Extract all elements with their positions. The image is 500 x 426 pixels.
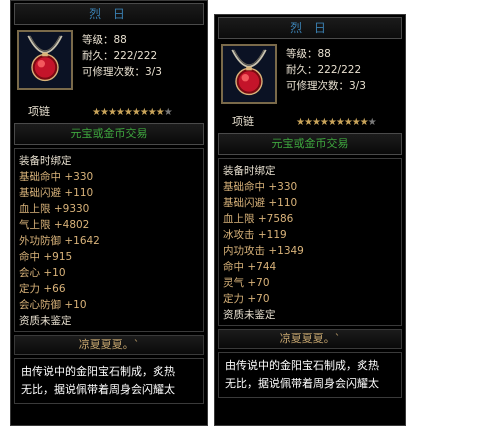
description-line: 无比，据说佩带着周身会闪耀太 [225,377,379,390]
property-line: 会心防御 +10 [19,299,87,311]
star-icon: ★ [343,117,353,128]
ruby-necklace-icon [221,44,277,104]
item-owner-name: 凉夏夏夏。` [218,329,402,349]
property-line: 定力 +70 [223,293,270,305]
property-line: 会心 +10 [19,267,66,279]
item-category: 项链 [28,105,50,118]
item-repair-count: 可修理次数：3/3 [82,66,162,78]
star-icon: ★ [139,107,149,118]
property-line: 资质未鉴定 [223,309,276,321]
star-rating: ★★★★★★★★★★ [92,103,173,122]
item-tooltip-right: 烈 日 等级：88 耐久：222/222 可修理次数：3/3 项链 ★★★★★★… [214,14,406,426]
star-icon: ★ [311,117,321,128]
property-line: 基础闪避 +110 [223,197,298,209]
star-icon: ★ [327,117,337,128]
star-icon: ★ [92,107,101,118]
item-repair-count: 可修理次数：3/3 [286,80,366,92]
property-line: 内功攻击 +1349 [223,245,304,257]
property-line: 血上限 +7586 [223,213,294,225]
property-line: 基础闪避 +110 [19,187,94,199]
item-star-row: 项链 ★★★★★★★★★★ [14,103,204,121]
property-line: 资质未鉴定 [19,315,72,327]
property-line: 基础命中 +330 [19,171,94,183]
description-line: 由传说中的金阳宝石制成，炙热 [21,365,175,378]
property-line: 灵气 +70 [223,277,270,289]
property-line: 装备时绑定 [223,165,276,177]
item-level: 等级：88 [82,34,127,46]
item-name: 烈 日 [14,3,204,25]
item-header: 等级：88 耐久：222/222 可修理次数：3/3 [218,42,402,110]
star-rating: ★★★★★★★★★★ [296,113,377,132]
description-line: 无比，据说佩带着周身会闪耀太 [21,383,175,396]
property-line: 装备时绑定 [19,155,72,167]
star-icon: ★ [123,107,133,118]
item-durability: 耐久：222/222 [286,64,362,76]
star-icon: ★ [155,107,165,118]
trade-type: 元宝或金币交易 [218,133,402,155]
ruby-necklace-icon [17,30,73,90]
star-icon: ★ [359,117,369,128]
item-category: 项链 [232,115,254,128]
item-description: 由传说中的金阳宝石制成，炙热 无比，据说佩带着周身会闪耀太 [14,358,204,404]
item-star-row: 项链 ★★★★★★★★★★ [218,113,402,131]
star-icon: ★ [367,117,377,128]
property-line: 基础命中 +330 [223,181,298,193]
trade-type: 元宝或金币交易 [14,123,204,145]
property-line: 血上限 +9330 [19,203,90,215]
star-icon: ★ [335,117,345,128]
property-line: 命中 +744 [223,261,277,273]
description-line: 由传说中的金阳宝石制成，炙热 [225,359,379,372]
item-name: 烈 日 [218,17,402,39]
property-line: 外功防御 +1642 [19,235,100,247]
star-icon: ★ [351,117,361,128]
star-icon: ★ [99,107,109,118]
property-line: 命中 +915 [19,251,73,263]
star-icon: ★ [115,107,125,118]
item-owner-name: 凉夏夏夏。` [14,335,204,355]
item-tooltip-left: 烈 日 等级：88 耐久：222/222 可修理次数：3/3 项链 ★★★★★★… [10,0,208,426]
item-properties: 装备时绑定基础命中 +330 基础闪避 +110 血上限 +9330 气上限 +480… [14,148,204,332]
star-icon: ★ [131,107,141,118]
star-icon: ★ [319,117,329,128]
item-properties: 装备时绑定基础命中 +330 基础闪避 +110 血上限 +7586 冰攻击 +119… [218,158,402,326]
star-icon: ★ [303,117,313,128]
star-icon: ★ [147,107,157,118]
item-description: 由传说中的金阳宝石制成，炙热 无比，据说佩带着周身会闪耀太 [218,352,402,398]
item-header: 等级：88 耐久：222/222 可修理次数：3/3 [14,28,204,100]
property-line: 定力 +66 [19,283,66,295]
property-line: 气上限 +4802 [19,219,90,231]
star-icon: ★ [163,107,173,118]
star-icon: ★ [107,107,117,118]
item-durability: 耐久：222/222 [82,50,158,62]
star-icon: ★ [296,117,305,128]
item-level: 等级：88 [286,48,331,60]
property-line: 冰攻击 +119 [223,229,287,241]
